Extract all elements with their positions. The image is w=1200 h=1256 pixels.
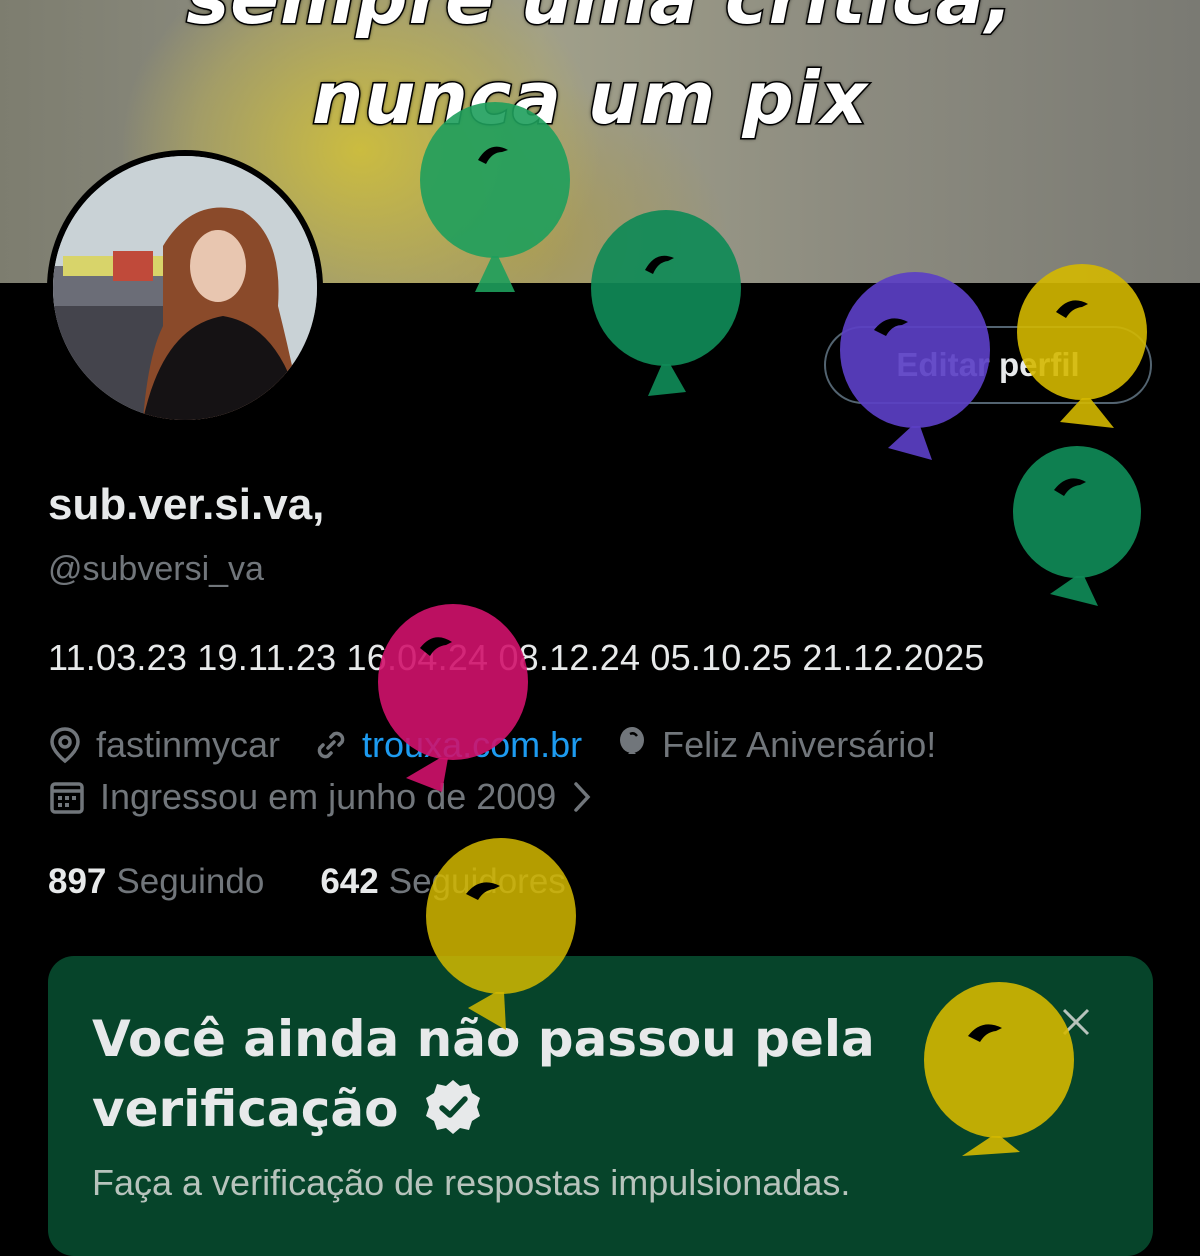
joined-row: Ingressou em junho de 2009 <box>48 776 644 818</box>
birthday-balloon <box>924 982 1074 1156</box>
username-handle: @subversi_va <box>48 550 264 588</box>
birthday-balloon <box>1017 264 1147 428</box>
birthday-balloon <box>420 102 570 292</box>
following-label: Seguindo <box>116 862 265 901</box>
verification-subtitle: Faça a verificação de respostas impulsio… <box>92 1162 851 1203</box>
verified-badge-icon <box>425 1080 480 1134</box>
banner-text-line2: nunca um pix <box>310 55 869 142</box>
avatar-photo <box>53 156 317 420</box>
birthday-balloon <box>591 210 741 396</box>
birthday-text: Feliz Aniversário! <box>662 724 937 765</box>
birthday-balloon <box>840 272 990 460</box>
avatar[interactable] <box>47 150 323 426</box>
followers-count: 642 <box>320 862 379 901</box>
birthday-balloon <box>378 604 528 792</box>
chevron-right-icon <box>574 782 591 812</box>
calendar-icon <box>50 782 84 814</box>
link-icon <box>317 731 345 759</box>
location-item: fastinmycar <box>48 724 280 766</box>
location-text: fastinmycar <box>96 724 281 765</box>
display-name: sub.ver.si.va, <box>48 480 325 529</box>
birthday-balloon <box>426 838 576 1030</box>
balloon-icon <box>620 727 645 754</box>
following-count: 897 <box>48 862 107 901</box>
banner-text-line1: sempre uma crítica, <box>0 0 1200 42</box>
birthday-balloon <box>1013 446 1141 606</box>
location-pin-icon <box>50 727 80 764</box>
birthday-item: Feliz Aniversário! <box>616 724 936 766</box>
following-stat[interactable]: 897 Seguindo <box>48 862 264 902</box>
